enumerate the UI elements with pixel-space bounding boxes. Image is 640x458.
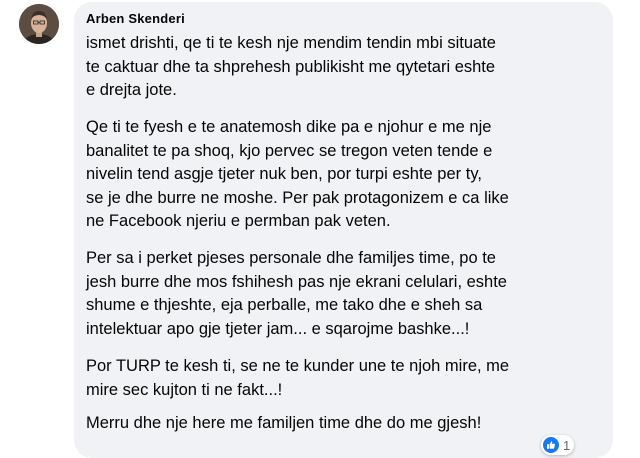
comment-text-line: nivelin tend asgje tjeter nuk ben, por t… bbox=[86, 165, 482, 183]
comment-text-line: Qe ti te fyesh e te anatemosh dike pa e … bbox=[86, 118, 492, 136]
comment-author-name[interactable]: Arben Skenderi bbox=[86, 11, 185, 26]
comment-text-line: jesh burre dhe mos fshihesh pas nje ekra… bbox=[86, 272, 507, 291]
comment-text-line: Merru dhe nje here me familjen time dhe … bbox=[86, 414, 482, 432]
comment-bubble: Arben Skenderi ismet drishti, qe ti te k… bbox=[74, 2, 613, 458]
comment-paragraph: Por TURP te kesh ti, se ne te kunder une… bbox=[86, 355, 601, 402]
comment-text-line: banalitet te pa shoq, kjo pervec se treg… bbox=[86, 141, 493, 160]
comment-text-line: shume e thjeshte, eja perballe, me tako … bbox=[86, 296, 483, 314]
comment-paragraph: Per sa i perket pjeses personale dhe fam… bbox=[86, 247, 601, 341]
reaction-count: 1 bbox=[563, 437, 571, 453]
comment-paragraph: ismet drishti, qe ti te kesh nje mendim … bbox=[86, 32, 601, 103]
comment-text-line: ismet drishti, qe ti te kesh nje mendim … bbox=[86, 34, 496, 52]
comment-text-line: mire sec kujton ti ne fakt...! bbox=[86, 380, 283, 399]
comment-paragraph: Qe ti te fyesh e te anatemosh dike pa e … bbox=[86, 116, 601, 234]
author-avatar[interactable] bbox=[19, 4, 59, 44]
comment-text-line: e drejta jote. bbox=[86, 81, 177, 99]
reaction-summary[interactable]: 1 bbox=[541, 435, 575, 455]
comment-paragraph: Merru dhe nje here me familjen time dhe … bbox=[86, 412, 601, 436]
comment-text-line: intelektuar apo gje tjeter jam... e sqar… bbox=[86, 319, 470, 338]
comment-text-line: Por TURP te kesh ti, se ne te kunder une… bbox=[86, 357, 510, 375]
comment-text-line: ne Facebook njeriu e permban pak veten. bbox=[86, 212, 391, 230]
comment-text-line: Per sa i perket pjeses personale dhe fam… bbox=[86, 249, 496, 267]
comment-text-line: te caktuar dhe ta shprehesh publikisht m… bbox=[86, 57, 496, 76]
comment-text-line: se je dhe burre ne moshe. Per pak protag… bbox=[86, 188, 509, 207]
